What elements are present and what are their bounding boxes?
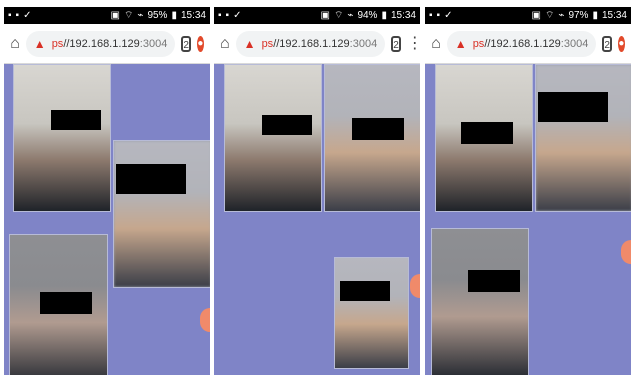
time: 15:34 [180, 10, 206, 21]
cast-icon: ▣ [320, 10, 330, 21]
battery-icon: ▮ [592, 10, 598, 21]
status-left: ▪ ▪ ✓ [429, 10, 452, 21]
redaction-box [538, 92, 608, 122]
check-icon: ✓ [23, 10, 32, 21]
url-scheme: ps [472, 37, 485, 50]
redaction-box [340, 281, 390, 301]
check-icon: ✓ [444, 10, 453, 21]
address-bar[interactable]: ▲ ps//192.168.1.129:3004 [25, 30, 176, 57]
home-icon[interactable]: ⌂ [220, 35, 230, 53]
video-frame [432, 229, 528, 375]
url-text: ps//192.168.1.129:3004 [262, 38, 378, 50]
video-frame [536, 65, 631, 211]
url-scheme: ps [51, 37, 64, 50]
notification-icon: ▪ [8, 10, 12, 21]
video-frame [225, 65, 321, 211]
cast-icon: ▣ [531, 10, 541, 21]
status-bar: ▪ ▪ ✓ ▣ ⌔ ⌁ 95% ▮ 15:34 [4, 7, 210, 24]
address-bar[interactable]: ▲ ps//192.168.1.129:3004 [446, 30, 597, 57]
status-left: ▪ ▪ ✓ [218, 10, 241, 21]
url-port: :3004 [349, 37, 378, 50]
wifi-icon: ⌔ [124, 10, 134, 21]
edge-handle[interactable] [621, 240, 631, 264]
battery-percent: 94% [357, 10, 378, 21]
video-frame [335, 258, 408, 368]
camera-icon: ▪ [225, 10, 230, 21]
edge-handle[interactable] [200, 308, 210, 332]
signal-icon: ⌁ [137, 10, 144, 21]
battery-icon: ▮ [171, 10, 177, 21]
redaction-box [116, 164, 186, 194]
video-frame [114, 141, 210, 287]
url-text: ps//192.168.1.129:3004 [52, 38, 168, 50]
notification-icon: ▪ [218, 10, 222, 21]
video-tile [13, 64, 111, 212]
status-bar: ▪ ▪ ✓ ▣ ⌔ ⌁ 94% ▮ 15:34 [214, 7, 420, 24]
video-tile [334, 257, 409, 369]
video-grid [4, 64, 210, 375]
status-left: ▪ ▪ ✓ [8, 10, 31, 21]
check-icon: ✓ [233, 10, 242, 21]
time: 15:34 [601, 10, 627, 21]
redaction-box [461, 122, 513, 144]
redaction-box [352, 118, 404, 140]
tab-switcher-button[interactable]: 2 [602, 35, 612, 52]
url-port: :3004 [139, 37, 168, 50]
video-grid [425, 64, 631, 375]
phone-screen-2: ▪ ▪ ✓ ▣ ⌔ ⌁ 94% ▮ 15:34 ⌂ ▲ ps//192.168.… [214, 7, 420, 375]
wifi-icon: ⌔ [545, 10, 555, 21]
phone-screen-1: ▪ ▪ ✓ ▣ ⌔ ⌁ 95% ▮ 15:34 ⌂ ▲ ps//192.168.… [4, 7, 210, 375]
camera-icon: ▪ [15, 10, 20, 21]
warning-icon: ▲ [33, 36, 46, 51]
status-right: ▣ ⌔ ⌁ 94% ▮ 15:34 [321, 9, 416, 22]
warning-icon: ▲ [243, 36, 256, 51]
tab-switcher-button[interactable]: 2 [181, 35, 191, 52]
status-right: ▣ ⌔ ⌁ 97% ▮ 15:34 [532, 9, 627, 22]
battery-percent: 95% [147, 10, 168, 21]
redaction-box [468, 270, 520, 292]
redaction-box [51, 110, 101, 130]
video-tile [535, 64, 631, 212]
browser-toolbar: ⌂ ▲ ps//192.168.1.129:3004 2 ● [4, 24, 210, 64]
video-tile [113, 140, 210, 288]
url-host: //192.168.1.129 [273, 37, 350, 50]
address-bar[interactable]: ▲ ps//192.168.1.129:3004 [235, 30, 386, 57]
time: 15:34 [390, 10, 416, 21]
video-tile [324, 64, 420, 212]
video-frame [14, 65, 110, 211]
url-host: //192.168.1.129 [63, 37, 140, 50]
home-icon[interactable]: ⌂ [431, 35, 441, 53]
signal-icon: ⌁ [347, 10, 354, 21]
status-bar: ▪ ▪ ✓ ▣ ⌔ ⌁ 97% ▮ 15:34 [425, 7, 631, 24]
video-tile [9, 234, 108, 375]
browser-toolbar: ⌂ ▲ ps//192.168.1.129:3004 2 ⋮ [214, 24, 420, 64]
video-tile [224, 64, 322, 212]
cast-icon: ▣ [110, 10, 120, 21]
video-grid [214, 64, 420, 375]
tab-switcher-button[interactable]: 2 [391, 35, 401, 52]
signal-icon: ⌁ [558, 10, 565, 21]
status-right: ▣ ⌔ ⌁ 95% ▮ 15:34 [111, 9, 206, 22]
notification-icon: ▪ [429, 10, 433, 21]
url-text: ps//192.168.1.129:3004 [473, 38, 589, 50]
phone-screen-3: ▪ ▪ ✓ ▣ ⌔ ⌁ 97% ▮ 15:34 ⌂ ▲ ps//192.168.… [425, 7, 631, 375]
video-tile [435, 64, 533, 212]
warning-icon: ▲ [454, 36, 467, 51]
url-host: //192.168.1.129 [484, 37, 561, 50]
camera-icon: ▪ [436, 10, 441, 21]
redaction-box [262, 115, 312, 135]
home-icon[interactable]: ⌂ [10, 35, 20, 53]
brand-badge-icon[interactable]: ● [196, 35, 204, 52]
redaction-box [40, 292, 92, 314]
browser-toolbar: ⌂ ▲ ps//192.168.1.129:3004 2 ● [425, 24, 631, 64]
more-vert-icon[interactable]: ⋮ [407, 35, 420, 52]
url-scheme: ps [261, 37, 274, 50]
wifi-icon: ⌔ [334, 10, 344, 21]
video-tile [431, 228, 529, 375]
battery-icon: ▮ [381, 10, 387, 21]
battery-percent: 97% [568, 10, 589, 21]
edge-handle[interactable] [410, 274, 420, 298]
url-port: :3004 [560, 37, 589, 50]
brand-badge-icon[interactable]: ● [617, 35, 625, 52]
